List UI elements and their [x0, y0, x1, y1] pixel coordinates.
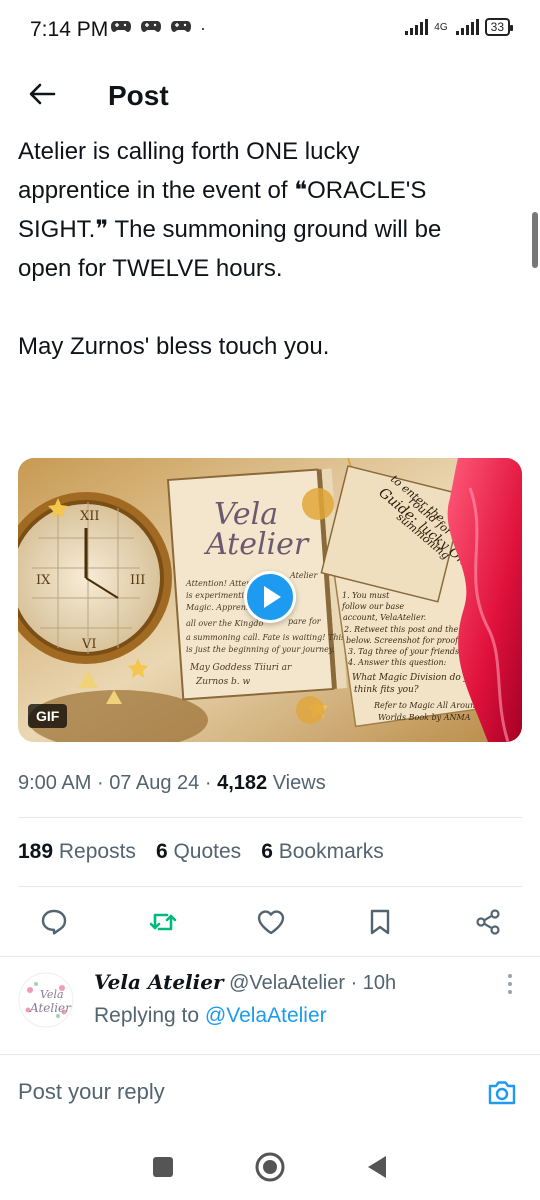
- home-button[interactable]: [250, 1147, 290, 1187]
- divider: [18, 817, 522, 818]
- meta-separator: ·: [204, 772, 212, 794]
- svg-text:XII: XII: [80, 509, 100, 524]
- status-time: 7:14 PM: [30, 18, 109, 41]
- top-app-bar: Post: [0, 62, 540, 130]
- page-title: Post: [108, 80, 169, 111]
- gif-badge: GIF: [28, 704, 68, 728]
- svg-text:is just the beginning of your: is just the beginning of your journey.: [186, 645, 335, 654]
- logo-atelier: Atelier: [203, 527, 310, 562]
- camera-icon: [488, 1081, 516, 1105]
- reply-input[interactable]: [18, 1079, 458, 1105]
- status-bar: 7:14 PM · 4G 33: [0, 0, 540, 60]
- notification-icons: ·: [110, 18, 206, 39]
- bookmark-icon: [370, 909, 389, 935]
- triangle-back-icon: [367, 1156, 386, 1178]
- svg-text:Magic. Apprenti: Magic. Apprenti: [185, 603, 252, 612]
- svg-text:Atelier: Atelier: [289, 571, 318, 580]
- share-button[interactable]: [472, 906, 504, 938]
- replying-prefix: Replying to: [94, 1004, 200, 1027]
- back-arrow-icon: [29, 83, 56, 105]
- recents-button[interactable]: [143, 1147, 183, 1187]
- views-count: 4,182: [217, 772, 268, 794]
- svg-text:all over the Kingdo: all over the Kingdo: [186, 619, 263, 628]
- heart-icon: [257, 910, 285, 935]
- svg-text:IX: IX: [36, 573, 51, 588]
- divider: [0, 956, 540, 957]
- reply-item[interactable]: Vela Atelier Vela Atelier @VelaAtelier ·…: [0, 960, 540, 1050]
- square-icon: [153, 1157, 174, 1177]
- divider: [18, 886, 522, 887]
- svg-text:think fits you?: think fits you?: [354, 685, 419, 695]
- game-controller-icon: [170, 18, 192, 39]
- svg-text:1. You must: 1. You must: [342, 591, 390, 600]
- like-button[interactable]: [255, 906, 287, 938]
- reply-author: Vela Atelier @VelaAtelier · 10h: [94, 970, 396, 995]
- replying-handle-link[interactable]: @VelaAtelier: [205, 1004, 327, 1027]
- avatar[interactable]: Vela Atelier: [18, 972, 74, 1028]
- repost-icon: [149, 913, 176, 931]
- bookmarks-stat[interactable]: 6 Bookmarks: [261, 840, 384, 864]
- game-controller-icon: [110, 18, 132, 39]
- svg-text:What Magic Division do you: What Magic Division do you: [352, 673, 480, 683]
- avatar-text-atelier: Atelier: [29, 1001, 72, 1015]
- svg-text:Worlds Book by ANMA: Worlds Book by ANMA: [378, 713, 471, 722]
- game-controller-icon: [140, 18, 162, 39]
- circle-home-icon: [255, 1152, 285, 1182]
- replying-to: Replying to @VelaAtelier: [94, 1004, 327, 1028]
- svg-text:Zurnos b. w: Zurnos b. w: [195, 677, 251, 687]
- svg-text:III: III: [130, 573, 145, 588]
- svg-text:May Goddess Tiiuri ar: May Goddess Tiiuri ar: [189, 663, 292, 673]
- share-icon: [476, 909, 500, 935]
- signal-icon: [405, 19, 429, 35]
- handle[interactable]: @VelaAtelier: [229, 972, 345, 994]
- post-meta: 9:00 AM · 07 Aug 24 · 4,182 Views: [18, 772, 326, 795]
- post-time: 9:00 AM: [18, 772, 92, 794]
- post-text: Atelier is calling forth ONE lucky appre…: [18, 138, 442, 360]
- reply-button[interactable]: [38, 906, 70, 938]
- svg-text:follow our base: follow our base: [341, 602, 404, 611]
- engagement-stats: 189 Reposts 6 Quotes 6 Bookmarks: [18, 840, 384, 864]
- signal-icon: [455, 19, 479, 35]
- network-type: 4G: [434, 21, 448, 33]
- svg-text:pare for: pare for: [288, 617, 322, 626]
- svg-text:3. Tag three of your friends.: 3. Tag three of your friends.: [348, 647, 462, 656]
- system-nav-bar: [0, 1134, 540, 1200]
- svg-text:below. Screenshot for proof!: below. Screenshot for proof!: [346, 636, 461, 645]
- scrollbar-thumb[interactable]: [532, 212, 538, 268]
- views-link[interactable]: 4,182 Views: [217, 772, 326, 794]
- views-label: Views: [272, 772, 326, 794]
- svg-text:account, VelaAtelier.: account, VelaAtelier.: [343, 613, 426, 622]
- reply-composer: [0, 1054, 540, 1134]
- svg-text:4. Answer this question:: 4. Answer this question:: [347, 658, 447, 667]
- post-action-bar: [18, 900, 522, 944]
- post-media-gif[interactable]: XII III VI IX Vela Atelier Attention! Atten…: [18, 458, 522, 742]
- reply-icon: [41, 909, 67, 935]
- battery-icon: 33: [484, 18, 514, 36]
- bookmark-button[interactable]: [364, 906, 396, 938]
- svg-text:a summoning call. Fate is wait: a summoning call. Fate is waiting! This: [186, 633, 345, 642]
- system-back-button[interactable]: [357, 1147, 397, 1187]
- meta-separator: ·: [96, 772, 104, 794]
- camera-button[interactable]: [486, 1077, 518, 1109]
- quotes-stat[interactable]: 6 Quotes: [156, 840, 241, 864]
- avatar-text-vela: Vela: [40, 988, 64, 1001]
- repost-button[interactable]: [147, 906, 179, 938]
- svg-text:Refer to Magic All Around: Refer to Magic All Around: [373, 701, 480, 710]
- back-button[interactable]: [24, 76, 60, 112]
- system-indicators: 4G 33: [405, 18, 514, 36]
- reposts-stat[interactable]: 189 Reposts: [18, 840, 136, 864]
- more-options-button[interactable]: [506, 974, 514, 994]
- display-name[interactable]: Vela Atelier: [94, 970, 224, 994]
- svg-text:VI: VI: [81, 637, 97, 652]
- meta-separator: ·: [350, 972, 358, 994]
- post-date: 07 Aug 24: [109, 772, 200, 794]
- reply-time: 10h: [362, 972, 397, 994]
- status-dot: ·: [200, 18, 206, 38]
- play-button[interactable]: [244, 571, 296, 623]
